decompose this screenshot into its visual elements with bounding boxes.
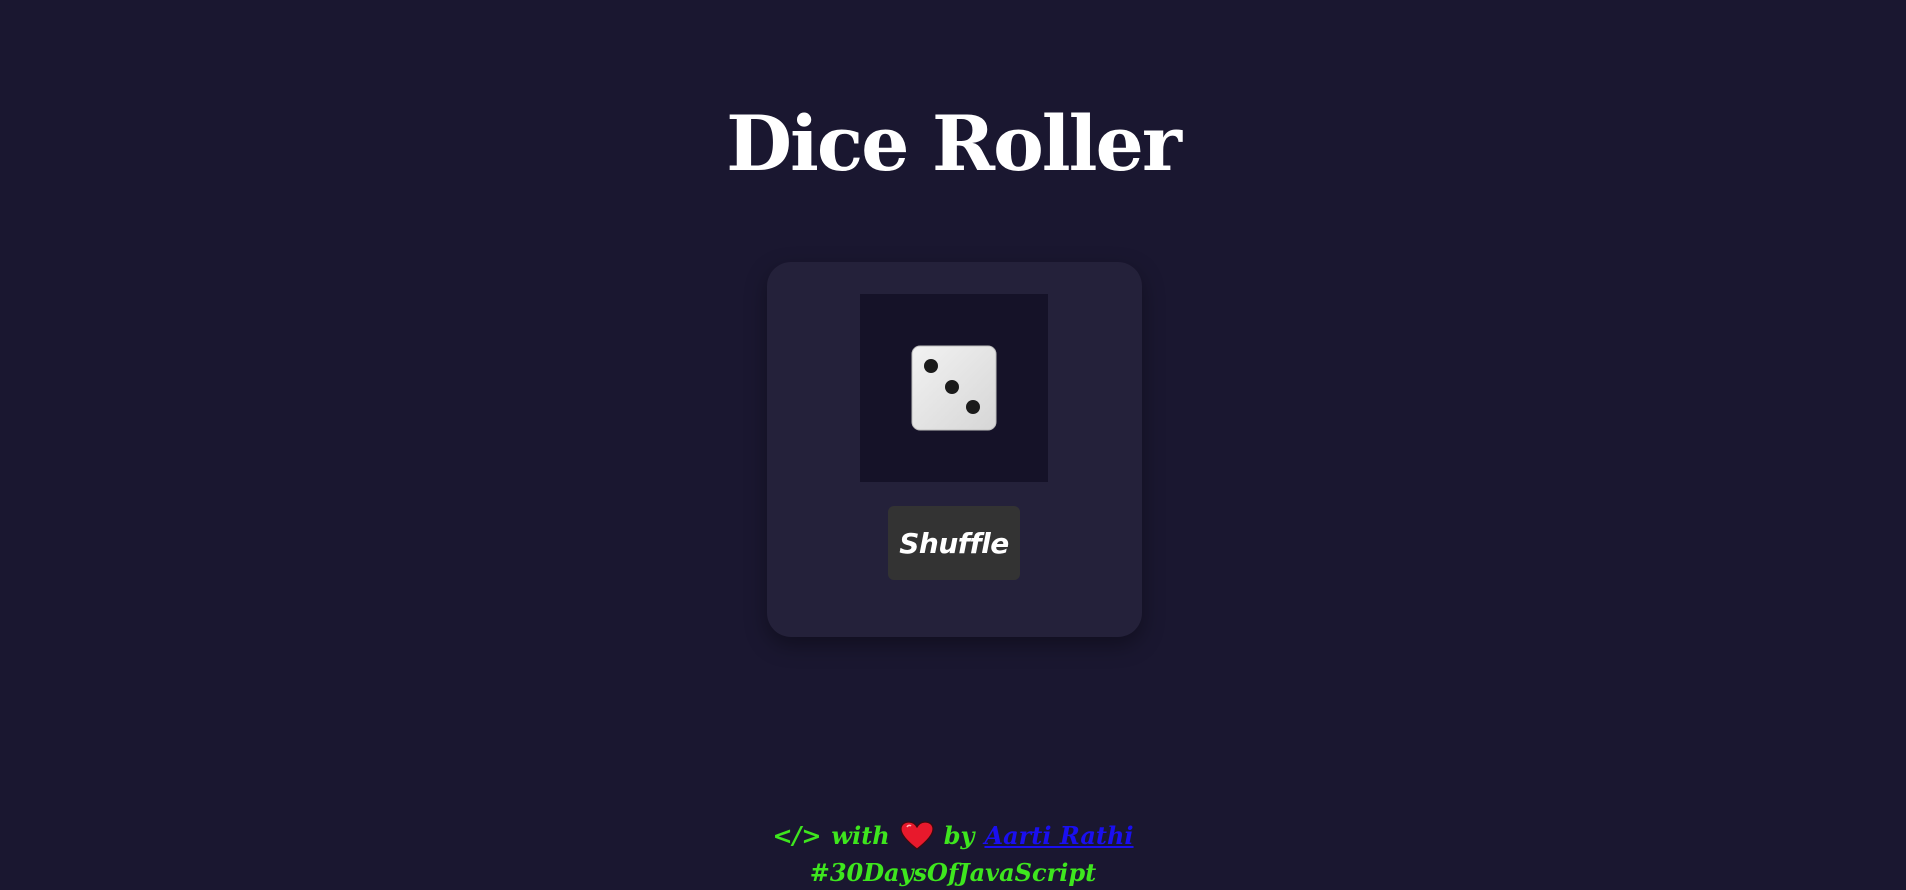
shuffle-button[interactable]: Shuffle: [888, 506, 1020, 580]
dice-face-3-icon: [911, 345, 997, 431]
footer-credit: </> with by Aarti Rathi: [0, 818, 1906, 854]
heart-icon: [900, 821, 934, 850]
dice-card: Shuffle: [767, 262, 1142, 637]
page-title: Dice Roller: [726, 99, 1182, 188]
by-text: by: [943, 821, 975, 850]
with-text: with: [831, 821, 890, 850]
code-symbol: </>: [772, 821, 822, 850]
hashtag-text: #30DaysOfJavaScript: [809, 858, 1097, 887]
author-link[interactable]: Aarti Rathi: [984, 818, 1133, 854]
dice-image-frame: [860, 294, 1048, 482]
